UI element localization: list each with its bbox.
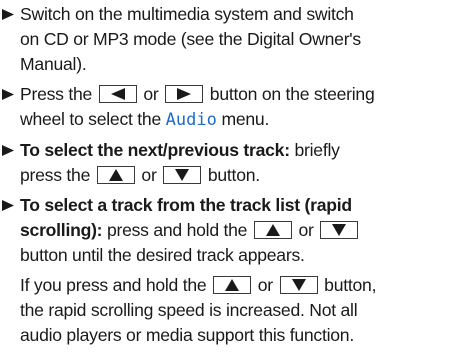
step-select-audio-menu: Press the or button on the steering whee…	[0, 82, 459, 133]
step-arrow-icon	[2, 193, 14, 218]
step-arrow-icon	[2, 138, 14, 163]
step-text-line: wheel to select the Audio menu.	[20, 109, 270, 130]
step-text-line: scrolling): press and hold the or	[20, 218, 459, 243]
down-button-icon	[320, 221, 359, 239]
step-text-line: Press the or button on the steering	[20, 84, 375, 104]
note-text-line: audio players or media support this func…	[20, 325, 354, 345]
note-text-line: If you press and hold the or button,	[20, 275, 377, 295]
step-text-line: To select the next/previous track: brief…	[20, 140, 340, 160]
note-paragraph: If you press and hold the or button, the…	[0, 273, 459, 348]
note-text-line: the rapid scrolling speed is increased. …	[20, 300, 358, 320]
step-arrow-icon	[2, 82, 14, 107]
step-next-previous-track: To select the next/previous track: brief…	[0, 138, 459, 188]
left-button-icon	[98, 85, 137, 103]
step-rapid-scrolling: To select a track from the track list (r…	[0, 193, 459, 268]
down-button-icon	[279, 276, 318, 294]
up-button-icon	[96, 166, 135, 184]
step-text-line: button until the desired track appears.	[20, 245, 305, 265]
audio-menu-label: Audio	[165, 110, 217, 130]
step-arrow-icon	[2, 2, 14, 27]
step-text-line: on CD or MP3 mode (see the Digital Owner…	[20, 29, 361, 49]
step-text-line: Switch on the multimedia system and swit…	[20, 4, 354, 24]
step-text-line: Manual).	[20, 54, 87, 74]
down-button-icon	[163, 166, 202, 184]
up-button-icon	[253, 221, 292, 239]
step-switch-on: Switch on the multimedia system and swit…	[0, 2, 459, 77]
step-heading: scrolling):	[20, 220, 103, 240]
manual-page: Switch on the multimedia system and swit…	[0, 0, 459, 355]
right-button-icon	[165, 85, 204, 103]
up-button-icon	[213, 276, 252, 294]
step-text-line: press the or button.	[20, 165, 260, 185]
step-heading: To select a track from the track list (r…	[20, 195, 352, 215]
step-heading: To select the next/previous track:	[20, 140, 290, 160]
